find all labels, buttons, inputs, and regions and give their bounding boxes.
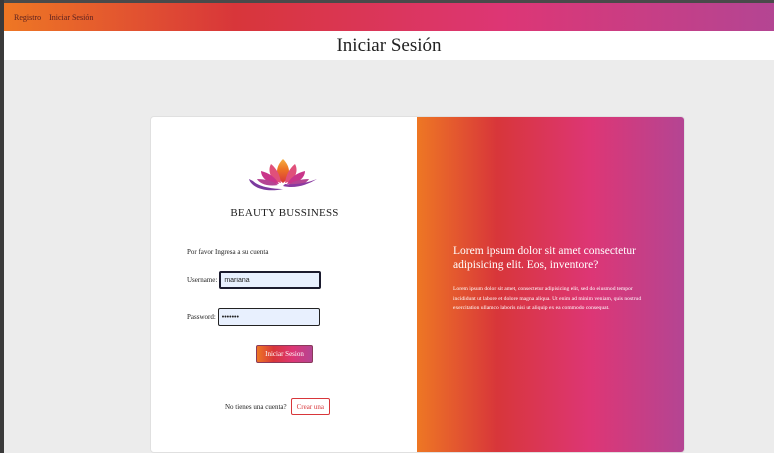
- username-label: Username:: [187, 276, 218, 284]
- window-left-edge: [0, 0, 4, 453]
- signup-row: No tienes una cuenta? Crear una: [225, 398, 331, 415]
- title-bar: Iniciar Sesión: [4, 31, 774, 60]
- login-panel: BEAUTY BUSSINESS Por favor Ingresa a su …: [151, 117, 417, 452]
- login-card: BEAUTY BUSSINESS Por favor Ingresa a su …: [150, 116, 685, 453]
- brand-name: BEAUTY BUSSINESS: [230, 207, 339, 219]
- nav-link-iniciar-sesion[interactable]: Iniciar Sesión: [49, 13, 93, 22]
- nav-link-registro[interactable]: Registro: [14, 13, 41, 22]
- signup-text: No tienes una cuenta?: [225, 402, 287, 411]
- password-label: Password:: [187, 313, 216, 321]
- lotus-icon: [249, 159, 317, 191]
- create-account-button[interactable]: Crear una: [290, 398, 331, 415]
- hero-title: Lorem ipsum dolor sit amet consectetur a…: [453, 245, 636, 271]
- username-row: Username:: [187, 271, 322, 289]
- password-input[interactable]: [217, 308, 320, 326]
- hero-body: Lorem ipsum dolor sit amet, consectetur …: [453, 286, 642, 312]
- hero-panel: Lorem ipsum dolor sit amet consectetur a…: [417, 117, 684, 452]
- login-button[interactable]: Iniciar Sesion: [256, 345, 313, 363]
- login-prompt: Por favor Ingresa a su cuenta: [187, 248, 269, 256]
- password-row: Password:: [187, 308, 320, 326]
- page-title: Iniciar Sesión: [336, 34, 442, 56]
- username-input[interactable]: [219, 271, 322, 289]
- top-navbar: Registro Iniciar Sesión: [4, 3, 774, 31]
